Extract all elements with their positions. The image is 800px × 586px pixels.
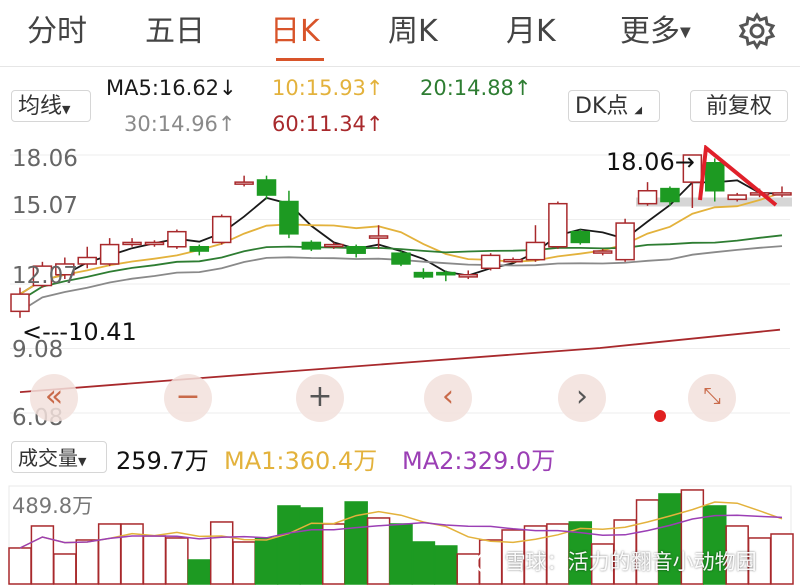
candle-down — [660, 187, 680, 203]
dk-point-select[interactable]: DK点 ◢ — [568, 90, 660, 122]
candle-up — [772, 192, 792, 196]
volume-indicator-select[interactable]: 成交量▼ — [11, 441, 107, 473]
candle-up — [615, 222, 635, 261]
candle-up — [99, 243, 120, 265]
tab-more-label: 更多 — [620, 14, 680, 49]
red-dot-marker — [654, 410, 666, 422]
candle-up — [525, 241, 546, 261]
volume-bar-down — [411, 541, 436, 585]
volume-ma1-value: MA1:360.4万 — [224, 447, 378, 475]
volume-ma2-value: MA2:329.0万 — [402, 447, 556, 475]
candle-up — [592, 250, 613, 254]
low-annotation: <---10.41 — [22, 318, 137, 346]
volume-bar-up — [30, 525, 55, 585]
volume-bar-up — [8, 547, 32, 585]
indicator-select[interactable]: 均线▼ — [11, 90, 91, 122]
candle-down — [570, 230, 591, 244]
volume-bar-up — [165, 537, 189, 585]
candle-down — [279, 200, 299, 235]
price-axis-label: 15.07 — [12, 193, 78, 219]
candle-up — [122, 241, 142, 246]
price-axis-label: 18.06 — [12, 146, 78, 172]
volume-bar-up — [209, 521, 234, 585]
candle-up — [167, 230, 187, 248]
volume-bar-up — [322, 523, 346, 585]
volume-bar-up — [770, 533, 794, 585]
watermark: 雪球：活力的翻音小动物园 — [476, 546, 757, 576]
volume-bar-up — [142, 535, 167, 585]
expand-icon[interactable]: ⤡ — [688, 374, 736, 422]
chevron-left-icon[interactable]: ‹ — [424, 374, 472, 422]
chevron-right-icon[interactable]: › — [558, 374, 606, 422]
candle-down — [189, 245, 210, 252]
candle-up — [480, 254, 501, 270]
candle-down — [705, 162, 725, 192]
watermark-text: 雪球：活力的翻音小动物园 — [504, 550, 757, 574]
tab-divider — [0, 66, 800, 67]
volume-bar-up — [97, 523, 122, 585]
candle-up — [503, 258, 523, 263]
candle-down — [346, 245, 366, 254]
plus-icon[interactable]: + — [296, 374, 344, 422]
tab-more[interactable]: 更多▼ — [620, 12, 691, 52]
high-annotation: 18.06→ — [606, 148, 695, 176]
ma5-value: MA5:16.62↓ — [106, 76, 237, 100]
volume-bar-up — [232, 541, 256, 585]
adjust-button[interactable]: 前复权 — [690, 90, 788, 122]
caret-down-icon: ▼ — [62, 103, 71, 116]
candle-up — [727, 194, 747, 201]
minus-icon[interactable]: − — [164, 374, 212, 422]
candle-down — [301, 241, 322, 250]
active-tab-indicator — [276, 58, 324, 61]
candle-up — [637, 189, 658, 205]
candle-down — [436, 271, 456, 276]
watermark-logo-icon — [476, 552, 498, 574]
volume-bar-down — [434, 545, 458, 585]
candle-down — [256, 179, 277, 196]
ma60-value: 60:11.34↑ — [272, 112, 384, 136]
candle-up — [458, 273, 478, 278]
candle-up — [77, 256, 97, 265]
ma20-value: 20:14.88↑ — [420, 76, 532, 100]
tab-zhouk[interactable]: 周K — [388, 12, 438, 52]
volume-bar-up — [75, 539, 99, 585]
candle-up — [144, 241, 165, 246]
volume-bar-up — [53, 553, 77, 585]
candle-up — [10, 293, 30, 313]
dk-point-label: DK点 — [575, 94, 629, 119]
volume-bar-down — [187, 559, 212, 585]
tab-fenshi[interactable]: 分时 — [27, 12, 87, 52]
corner-triangle-icon: ◢ — [634, 105, 643, 116]
tab-yuek[interactable]: 月K — [506, 12, 556, 52]
candle-up — [324, 243, 344, 248]
candle-up — [368, 235, 389, 239]
volume-bar-down — [389, 523, 413, 585]
candle-down — [391, 252, 411, 265]
volume-bar-down — [254, 537, 279, 585]
volume-indicator-label: 成交量 — [18, 446, 78, 470]
candle-up — [234, 181, 254, 185]
caret-down-icon: ▼ — [78, 455, 87, 468]
candle-down — [413, 271, 434, 278]
candlestick-chart[interactable] — [0, 145, 800, 433]
candle-up — [211, 215, 232, 244]
double-chevron-left-icon[interactable]: « — [30, 374, 78, 422]
gear-icon[interactable] — [738, 12, 776, 50]
tab-wuri[interactable]: 五日 — [145, 12, 205, 52]
candle-up — [548, 202, 568, 248]
volume-value: 259.7万 — [116, 447, 209, 475]
indicator-select-label: 均线 — [18, 94, 63, 119]
price-axis-label: 12.07 — [12, 263, 78, 289]
tab-rik[interactable]: 日K — [270, 12, 320, 52]
volume-bar-down — [299, 507, 324, 585]
ma10-value: 10:15.93↑ — [272, 76, 384, 100]
volume-axis-max: 489.8万 — [12, 494, 94, 518]
ma30-value: 30:14.96↑ — [124, 112, 236, 136]
volume-bar-down — [277, 505, 301, 585]
volume-bar-up — [366, 517, 391, 585]
caret-down-icon: ▼ — [680, 24, 691, 41]
